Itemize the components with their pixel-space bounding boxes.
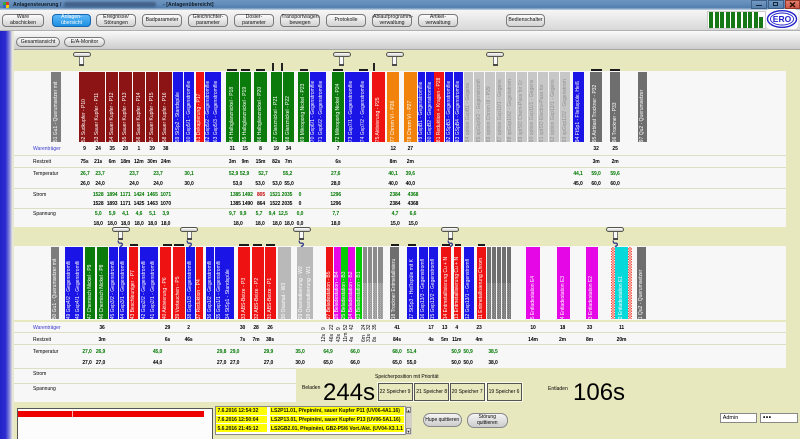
svg-text:ERO: ERO bbox=[773, 14, 792, 24]
